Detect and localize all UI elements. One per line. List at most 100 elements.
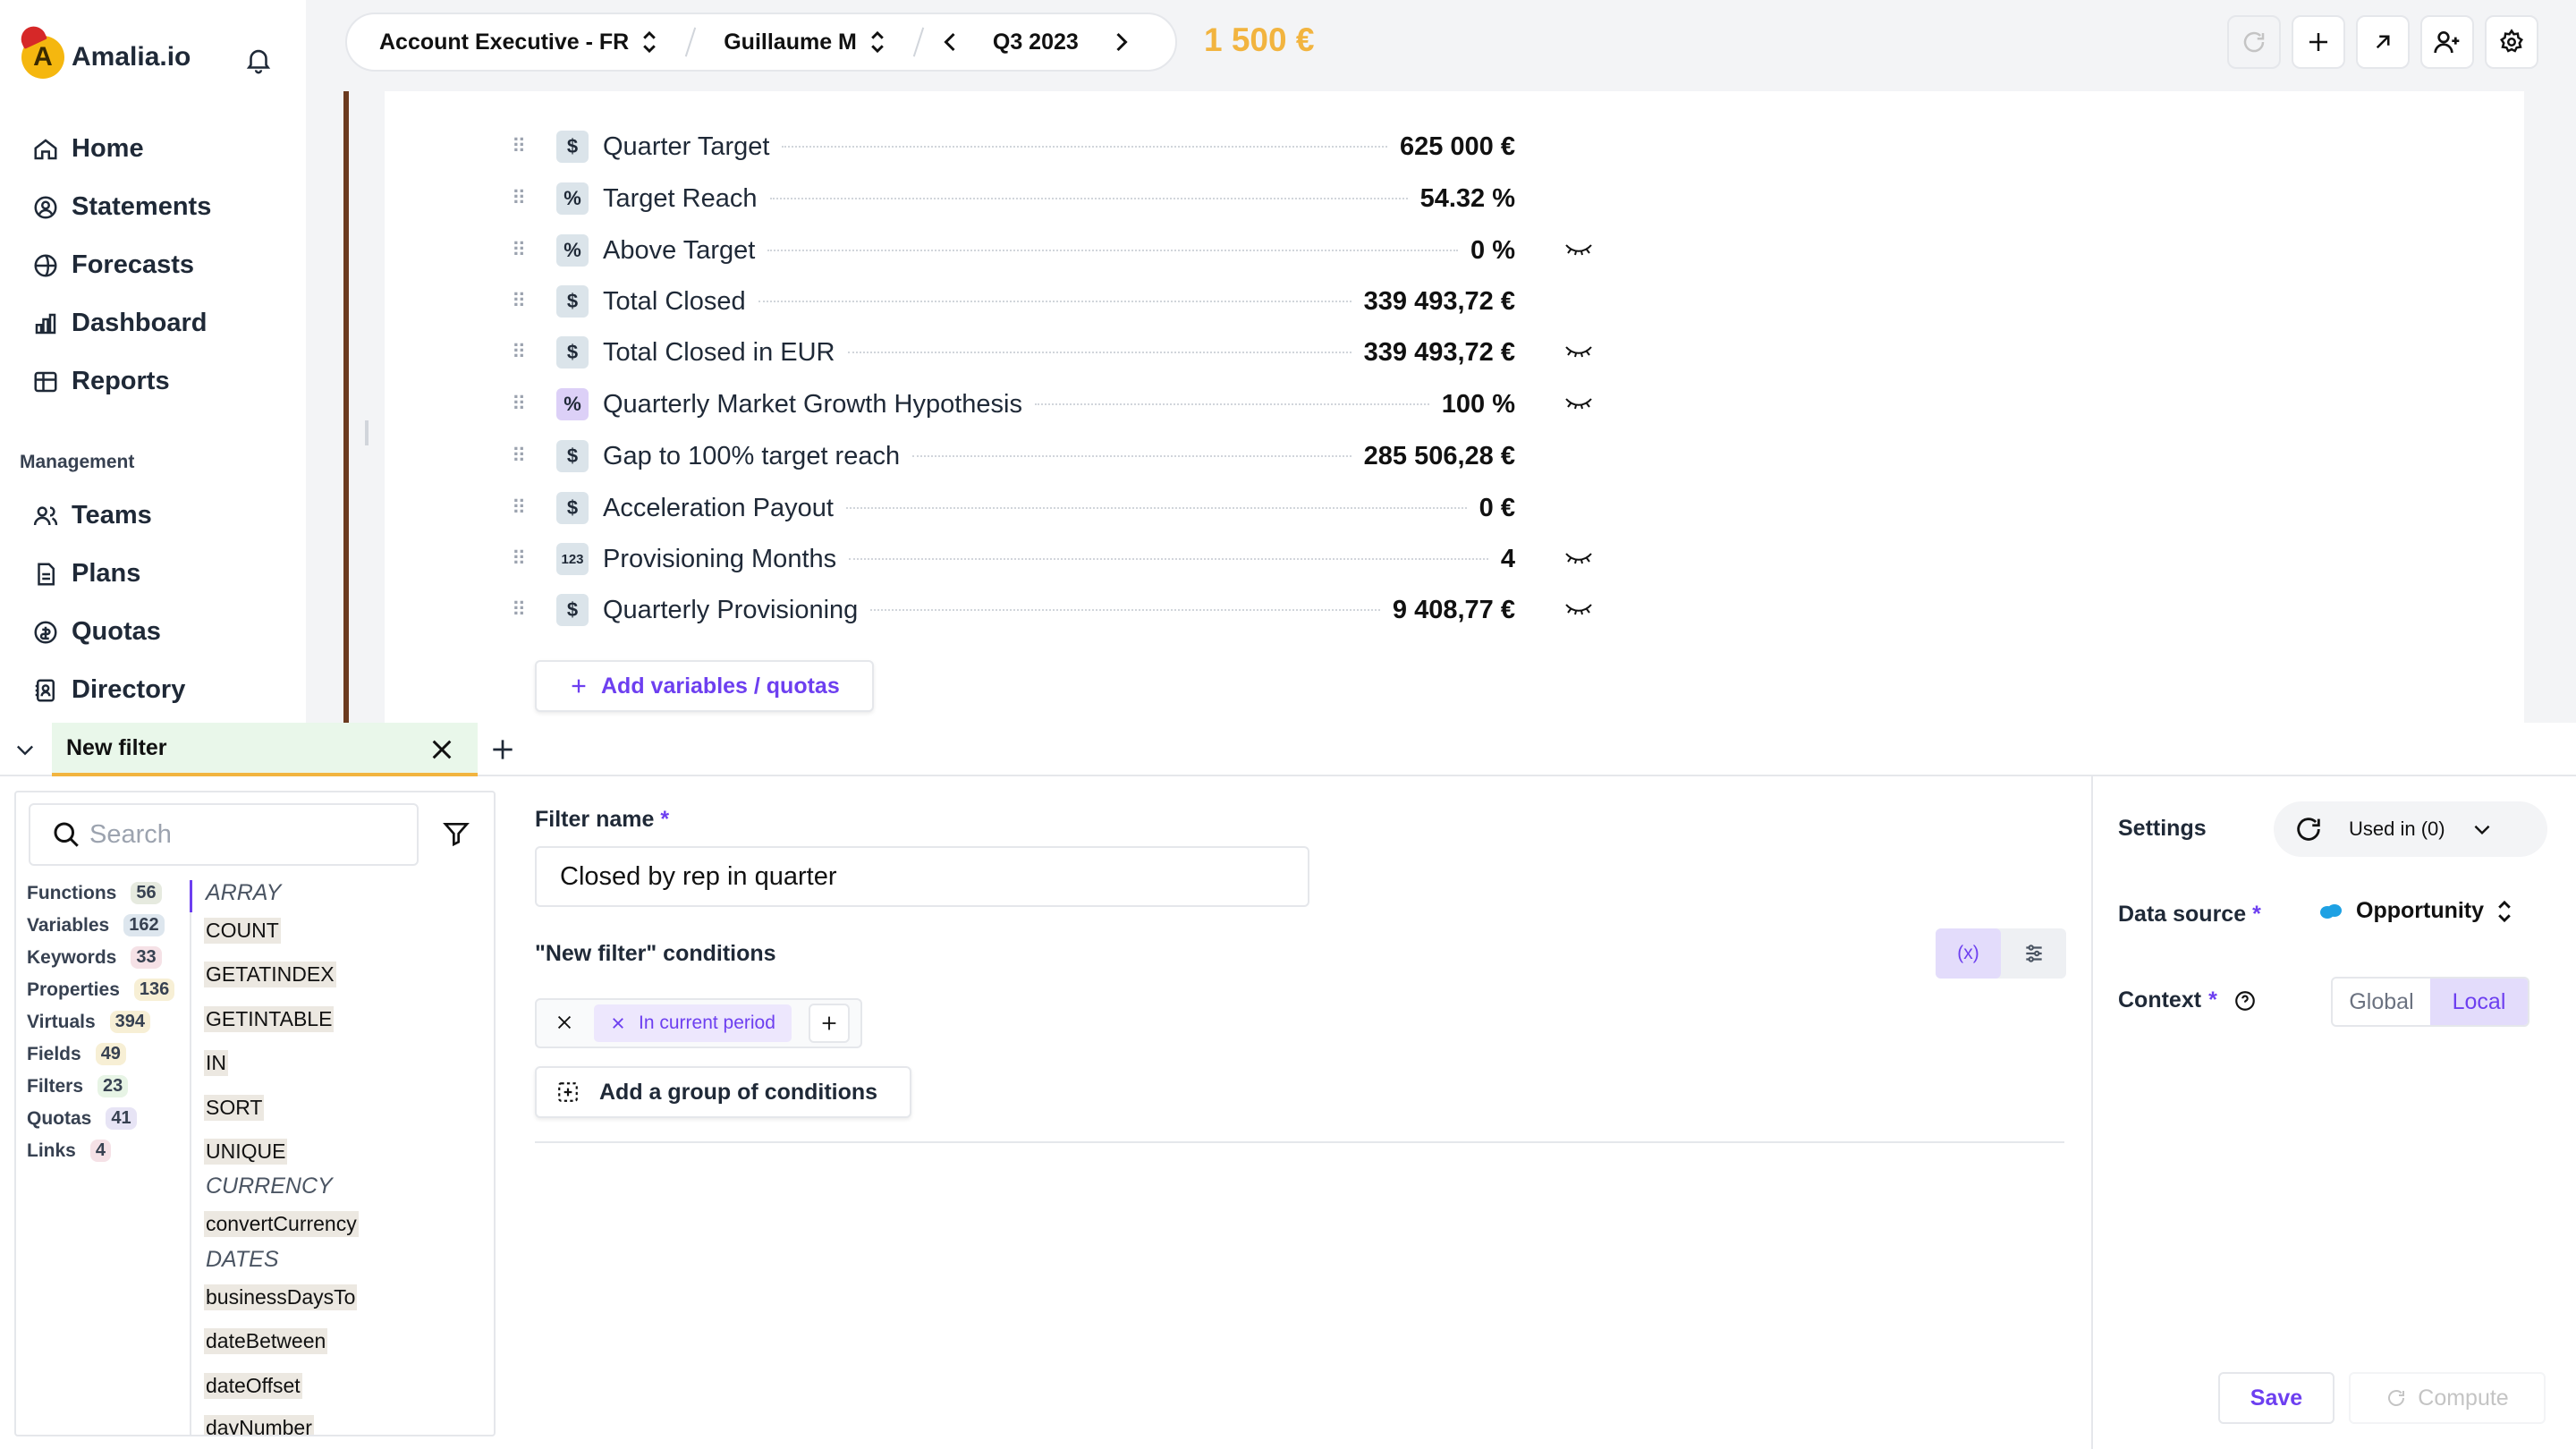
library-search-input[interactable]: Search xyxy=(29,803,419,866)
remove-condition-icon[interactable] xyxy=(555,1013,574,1032)
variable-row[interactable]: ⠿ $ Total Closed 339 493,72 € xyxy=(512,284,1515,319)
variable-row[interactable]: ⠿% Quarterly Market Growth Hypothesis 100 … xyxy=(512,386,1592,422)
category-variables[interactable]: Variables 162 xyxy=(27,914,165,936)
variable-row[interactable]: ⠿% Above Target 0 % xyxy=(512,233,1592,268)
category-links[interactable]: Links 4 xyxy=(27,1140,111,1162)
function-in[interactable]: IN xyxy=(204,1050,228,1076)
bell-icon[interactable] xyxy=(243,45,274,75)
category-quotas[interactable]: Quotas 41 xyxy=(27,1107,137,1130)
app-logo[interactable]: A Amalia.io xyxy=(17,22,191,79)
tab-new-filter[interactable]: New filter xyxy=(52,723,478,776)
eye-closed-icon[interactable] xyxy=(1563,599,1594,617)
variable-row[interactable]: ⠿% Target Reach 54.32 % xyxy=(512,181,1515,216)
refresh-button[interactable] xyxy=(2227,15,2281,69)
user-selector[interactable]: Guillaume M xyxy=(691,30,918,55)
condition-chip[interactable]: In current period xyxy=(594,1004,792,1042)
context-global-option[interactable]: Global xyxy=(2333,979,2430,1025)
drag-handle-icon[interactable]: ⠿ xyxy=(512,547,531,571)
role-selector[interactable]: Account Executive - FR xyxy=(347,30,690,55)
add-condition-button[interactable] xyxy=(809,1004,850,1043)
drag-handle-icon[interactable]: ⠿ xyxy=(512,239,531,262)
close-icon[interactable] xyxy=(610,1015,626,1031)
new-tab-plus-icon[interactable] xyxy=(488,735,517,764)
add-user-button[interactable] xyxy=(2420,15,2474,69)
category-fields[interactable]: Fields 49 xyxy=(27,1043,126,1065)
sidebar-item-dashboard[interactable]: Dashboard xyxy=(32,309,207,338)
sidebar-item-quotas[interactable]: Quotas xyxy=(32,617,161,647)
visual-mode-button[interactable] xyxy=(2001,928,2066,979)
function-sort[interactable]: SORT xyxy=(204,1095,265,1121)
sidebar-item-teams[interactable]: Teams xyxy=(32,501,152,530)
eye-closed-icon[interactable] xyxy=(1563,394,1594,411)
drag-handle-icon[interactable]: ⠿ xyxy=(512,496,531,520)
drag-handle-icon[interactable]: ⠿ xyxy=(512,187,531,210)
add-variables-button[interactable]: Add variables / quotas xyxy=(535,660,874,712)
context-toggle: Global Local xyxy=(2331,977,2529,1027)
function-dateoffset[interactable]: dateOffset xyxy=(204,1373,302,1399)
dotted-leader xyxy=(1034,403,1429,405)
category-label: Fields xyxy=(27,1043,81,1064)
sidebar-item-statements[interactable]: Statements xyxy=(32,192,211,222)
chevron-right-icon[interactable] xyxy=(1114,31,1129,53)
eye-closed-icon[interactable] xyxy=(1563,548,1594,566)
context-local-option[interactable]: Local xyxy=(2430,979,2528,1025)
add-button[interactable] xyxy=(2292,15,2345,69)
open-external-button[interactable] xyxy=(2356,15,2410,69)
drag-handle-icon[interactable]: ⠿ xyxy=(512,393,531,416)
compute-button[interactable]: Compute xyxy=(2349,1372,2546,1424)
function-businessdaysto[interactable]: businessDaysTo xyxy=(204,1284,358,1310)
category-keywords[interactable]: Keywords 33 xyxy=(27,946,162,969)
sidebar-item-plans[interactable]: Plans xyxy=(32,559,140,589)
variable-row[interactable]: ⠿ $ Total Closed in EUR 339 493,72 € xyxy=(512,335,1592,370)
variable-row[interactable]: ⠿ $ Gap to 100% target reach 285 506,28 € xyxy=(512,438,1515,474)
function-datebetween[interactable]: dateBetween xyxy=(204,1328,328,1354)
dollar-icon: $ xyxy=(556,336,589,369)
close-icon[interactable] xyxy=(428,735,456,764)
data-source-selector[interactable]: Opportunity xyxy=(2318,898,2512,924)
sidebar-item-directory[interactable]: Directory xyxy=(32,675,185,705)
category-count: 394 xyxy=(109,1011,151,1033)
sidebar-item-reports[interactable]: Reports xyxy=(32,367,170,396)
resize-handle[interactable] xyxy=(365,420,369,445)
filter-name-input[interactable]: Closed by rep in quarter xyxy=(535,846,1309,907)
drag-handle-icon[interactable]: ⠿ xyxy=(512,445,531,468)
category-filters[interactable]: Filters 23 xyxy=(27,1075,129,1097)
function-daynumber[interactable]: dayNumber xyxy=(204,1415,314,1435)
function-unique[interactable]: UNIQUE xyxy=(204,1139,288,1165)
formula-mode-button[interactable]: (x) xyxy=(1936,928,2001,979)
period-value[interactable]: Q3 2023 xyxy=(993,30,1079,55)
function-getatindex[interactable]: GETATINDEX xyxy=(204,962,336,987)
refresh-icon[interactable] xyxy=(2293,814,2324,844)
variable-name: Above Target xyxy=(603,235,756,265)
drag-handle-icon[interactable]: ⠿ xyxy=(512,341,531,364)
settings-button[interactable] xyxy=(2485,15,2538,69)
function-getintable[interactable]: GETINTABLE xyxy=(204,1006,335,1032)
category-properties[interactable]: Properties 136 xyxy=(27,979,175,1001)
updown-icon xyxy=(869,30,886,54)
sidebar-item-home[interactable]: Home xyxy=(32,134,144,164)
variable-row[interactable]: ⠿ $ Quarter Target 625 000 € xyxy=(512,129,1515,165)
arrow-up-right-icon xyxy=(2369,29,2396,55)
variable-row[interactable]: ⠿ $ Quarterly Provisioning 9 408,77 € xyxy=(512,592,1592,628)
collapse-chevron-icon[interactable] xyxy=(13,737,38,762)
eye-closed-icon[interactable] xyxy=(1563,342,1594,360)
drag-handle-icon[interactable]: ⠿ xyxy=(512,598,531,622)
used-in-dropdown[interactable]: Used in (0) xyxy=(2274,801,2547,857)
add-group-button[interactable]: Add a group of conditions xyxy=(535,1066,912,1118)
filter-funnel-icon[interactable] xyxy=(442,819,470,848)
drag-handle-icon[interactable]: ⠿ xyxy=(512,135,531,158)
function-convertcurrency[interactable]: convertCurrency xyxy=(204,1211,359,1237)
chevron-left-icon[interactable] xyxy=(943,31,957,53)
drag-handle-icon[interactable]: ⠿ xyxy=(512,290,531,313)
sidebar-item-forecasts[interactable]: Forecasts xyxy=(32,250,194,280)
function-count[interactable]: COUNT xyxy=(204,918,281,944)
category-functions[interactable]: Functions 56 xyxy=(27,882,162,904)
variable-row[interactable]: ⠿ 123 Provisioning Months 4 xyxy=(512,541,1592,577)
save-button[interactable]: Save xyxy=(2218,1372,2334,1424)
eye-closed-icon[interactable] xyxy=(1563,240,1594,258)
variable-row[interactable]: ⠿ $ Acceleration Payout 0 € xyxy=(512,490,1515,526)
category-label: Keywords xyxy=(27,946,117,968)
help-icon[interactable] xyxy=(2233,989,2257,1013)
category-virtuals[interactable]: Virtuals 394 xyxy=(27,1011,151,1033)
sidebar-item-label: Teams xyxy=(72,501,152,530)
